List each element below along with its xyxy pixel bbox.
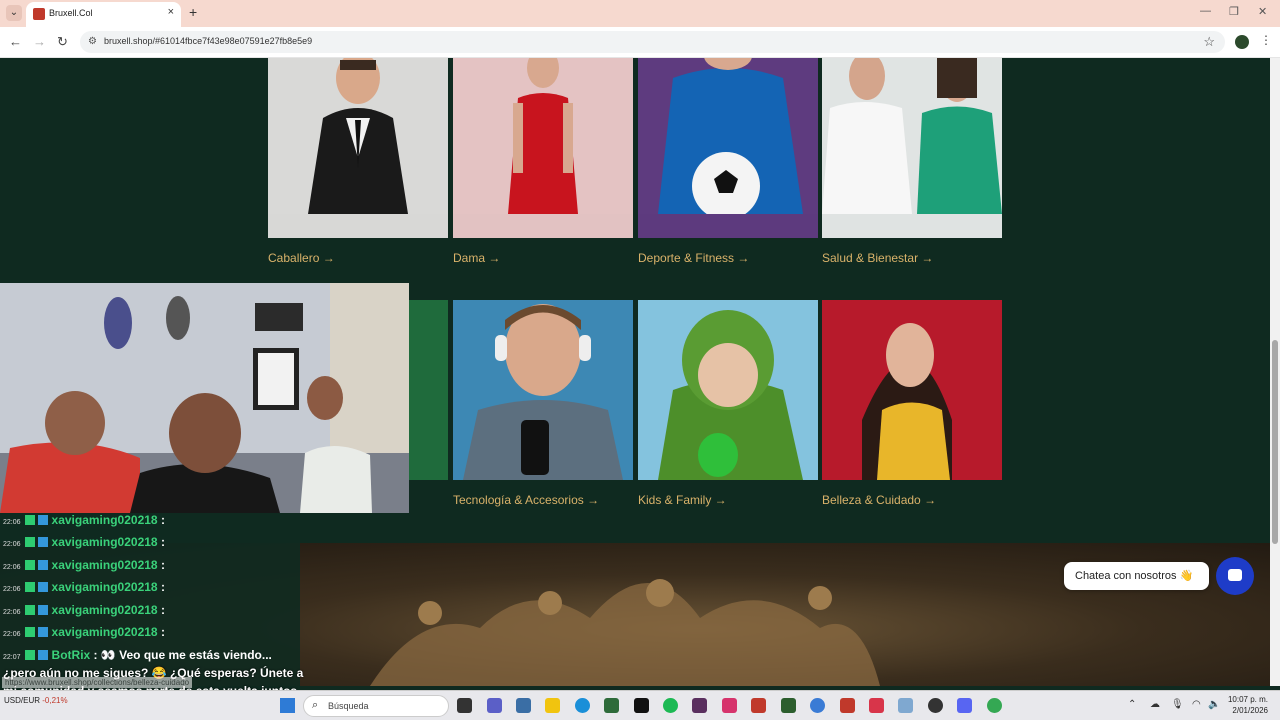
chat-icon: [1228, 569, 1242, 581]
category-label[interactable]: Dama →: [453, 251, 633, 265]
bookmark-star-icon[interactable]: ☆: [1203, 34, 1215, 50]
browser-menu-icon[interactable]: ⋮: [1260, 33, 1272, 47]
bot-chat-row: 22:07 BotRix : 👀 Veo que me estás viendo.…: [3, 648, 272, 662]
wifi-icon[interactable]: ◠: [1192, 699, 1201, 710]
webcam-overlay: [0, 283, 409, 513]
restore-icon[interactable]: ❐: [1229, 5, 1239, 18]
tab-title: Bruxell.Col: [49, 8, 93, 18]
windows-taskbar: USD/EUR -0,21% ⌕ Búsqueda ⌃ ☁ 🎙 ◠ 🔈 10:0…: [0, 690, 1280, 720]
category-card-salud[interactable]: Salud & Bienestar →: [822, 58, 1002, 265]
url-text: bruxell.shop/#61014fbce7f43e98e07591e27f…: [104, 36, 313, 46]
taskbar-clock[interactable]: 10:07 p. m. 2/01/2026: [1223, 694, 1268, 716]
chat-row: 22:06 xavigaming020218 :: [3, 625, 165, 639]
category-label[interactable]: Tecnología & Accesorios →: [453, 493, 633, 507]
task-view-icon[interactable]: [457, 698, 472, 713]
edge-icon[interactable]: [575, 698, 590, 713]
store-icon[interactable]: [516, 698, 531, 713]
tab-search-icon[interactable]: ⌄: [6, 5, 22, 21]
photos-icon[interactable]: [898, 698, 913, 713]
category-card-caballero[interactable]: Caballero →: [268, 58, 448, 265]
tray-chevron-icon[interactable]: ⌃: [1128, 699, 1136, 710]
tab-close-icon[interactable]: ×: [168, 6, 174, 18]
category-image[interactable]: [453, 58, 633, 238]
chat-row: 22:06 xavigaming020218 :: [3, 603, 165, 617]
category-image[interactable]: [453, 300, 633, 480]
instagram-icon[interactable]: [722, 698, 737, 713]
page-scrollbar[interactable]: [1270, 58, 1280, 686]
site-favicon-icon: [33, 8, 45, 20]
new-tab-button[interactable]: +: [189, 4, 197, 20]
address-bar-row: ← → ↻ ⚙ bruxell.shop/#61014fbce7f43e98e0…: [0, 27, 1280, 58]
category-card-kids[interactable]: Kids & Family →: [638, 300, 818, 507]
teams-icon[interactable]: [487, 698, 502, 713]
category-image[interactable]: [822, 58, 1002, 238]
browser-tab[interactable]: Bruxell.Col ×: [26, 2, 181, 27]
category-image[interactable]: [268, 58, 448, 238]
forward-icon[interactable]: →: [33, 34, 46, 49]
chat-open-button[interactable]: [1216, 557, 1254, 595]
category-label[interactable]: Kids & Family →: [638, 493, 818, 507]
mic-icon[interactable]: 🎙: [1171, 699, 1184, 710]
stream-chat-overlay: 22:06 xavigaming020218 : 22:06 xavigaming0…: [0, 513, 303, 686]
search-icon: ⌕: [312, 699, 319, 711]
close-window-icon[interactable]: ✕: [1258, 5, 1267, 18]
minimize-icon[interactable]: —: [1200, 5, 1211, 17]
stock-widget[interactable]: USD/EUR -0,21%: [4, 696, 68, 705]
cloud-icon[interactable]: ☁: [1150, 699, 1160, 710]
app-icon[interactable]: [692, 698, 707, 713]
browser-tab-bar: ⌄ Bruxell.Col × + — ❐ ✕: [0, 0, 1280, 27]
spotify-icon[interactable]: [663, 698, 678, 713]
category-card-belleza[interactable]: Belleza & Cuidado →: [822, 300, 1002, 507]
app-icon[interactable]: [840, 698, 855, 713]
obs-icon[interactable]: [928, 698, 943, 713]
chat-row: 22:06 xavigaming020218 :: [3, 513, 165, 527]
search-placeholder: Búsqueda: [328, 701, 369, 711]
chat-invite-bubble[interactable]: Chatea con nosotros 👋: [1064, 562, 1209, 590]
volume-icon[interactable]: 🔈: [1208, 699, 1220, 710]
epic-games-icon[interactable]: [634, 698, 649, 713]
status-url: https://www.bruxell.shop/collections/bel…: [2, 677, 193, 688]
category-card-dama[interactable]: Dama →: [453, 58, 633, 265]
scrollbar-thumb[interactable]: [1272, 340, 1278, 544]
app-icon[interactable]: [781, 698, 796, 713]
category-label[interactable]: Deporte & Fitness →: [638, 251, 818, 265]
windows-start-icon[interactable]: [280, 698, 295, 713]
file-explorer-icon[interactable]: [545, 698, 560, 713]
discord-icon[interactable]: [957, 698, 972, 713]
category-card-tecnologia[interactable]: Tecnología & Accesorios →: [453, 300, 633, 507]
chrome-active-icon[interactable]: [987, 698, 1002, 713]
category-label[interactable]: Caballero →: [268, 251, 448, 265]
back-icon[interactable]: ←: [9, 34, 22, 49]
category-card-deporte[interactable]: Deporte & Fitness →: [638, 58, 818, 265]
chrome-icon[interactable]: [810, 698, 825, 713]
site-info-icon[interactable]: ⚙: [88, 36, 97, 47]
profile-avatar[interactable]: [1235, 35, 1249, 49]
category-image[interactable]: [822, 300, 1002, 480]
app-icon[interactable]: [751, 698, 766, 713]
app-icon[interactable]: [869, 698, 884, 713]
category-image[interactable]: [638, 300, 818, 480]
taskbar-search[interactable]: ⌕ Búsqueda: [303, 695, 449, 717]
chat-row: 22:06 xavigaming020218 :: [3, 580, 165, 594]
category-image[interactable]: [638, 58, 818, 238]
url-field[interactable]: ⚙ bruxell.shop/#61014fbce7f43e98e07591e2…: [80, 31, 1225, 53]
chat-row: 22:06 xavigaming020218 :: [3, 558, 165, 572]
reload-icon[interactable]: ↻: [57, 34, 68, 50]
chat-row: 22:06 xavigaming020218 :: [3, 535, 165, 549]
category-label[interactable]: Belleza & Cuidado →: [822, 493, 1002, 507]
crown-illustration: [370, 579, 880, 686]
category-label[interactable]: Salud & Bienestar →: [822, 251, 1002, 265]
app-icon[interactable]: [604, 698, 619, 713]
